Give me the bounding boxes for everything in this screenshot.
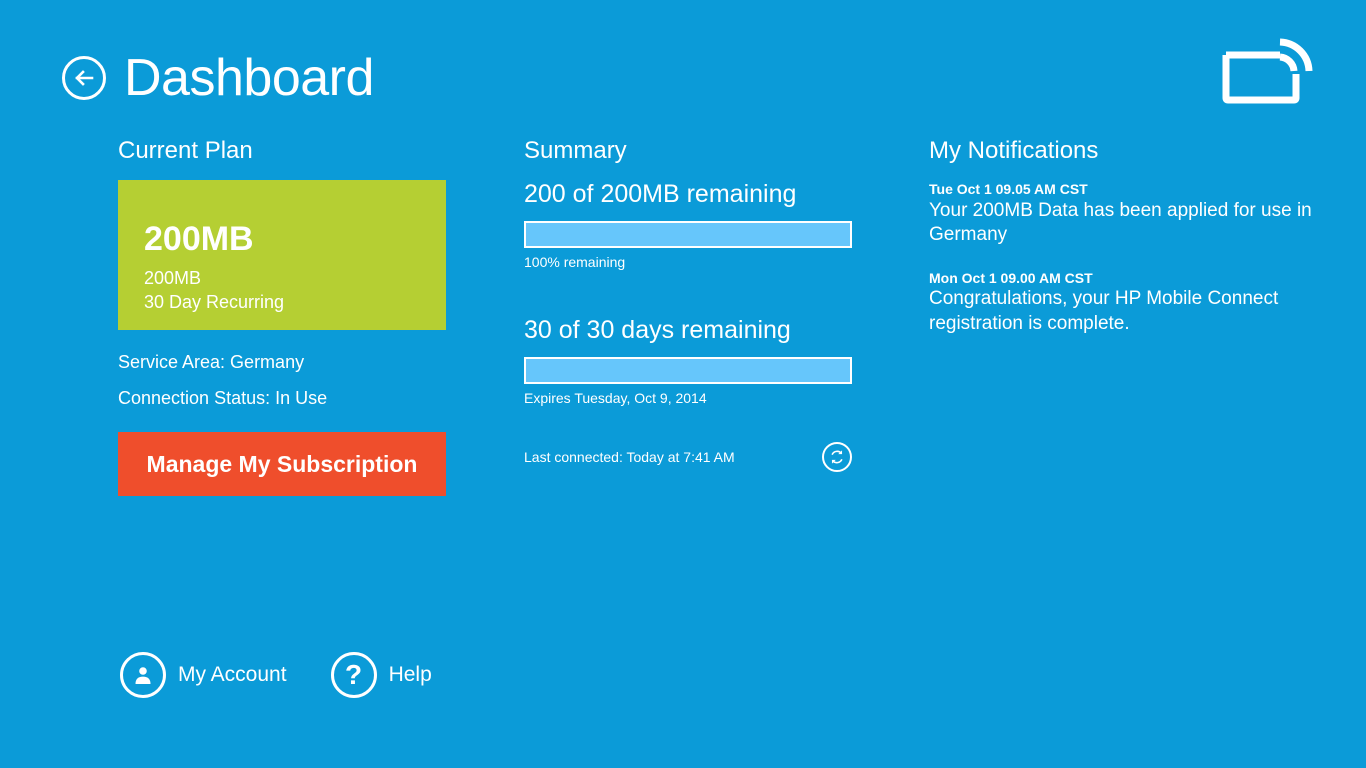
days-progress-fill <box>526 358 850 382</box>
data-remaining-note: 100% remaining <box>524 254 626 271</box>
back-arrow-icon <box>72 66 96 90</box>
summary-spacer <box>524 278 864 316</box>
current-plan-heading: Current Plan <box>118 137 253 164</box>
data-progress-bar <box>524 221 852 249</box>
user-icon <box>120 652 166 698</box>
refresh-button[interactable] <box>822 441 852 472</box>
summary-section: Summary 200 of 200MB remaining 100% rema… <box>524 137 864 472</box>
plan-term: 30 Day Recurring <box>144 292 285 313</box>
page-title: Dashboard <box>124 49 374 107</box>
service-area: Service Area: Germany <box>118 352 305 373</box>
plan-card: 200MB 200MB 30 Day Recurring <box>118 180 446 331</box>
question-mark-icon: ? <box>330 652 377 698</box>
notification-message: Congratulations, your HP Mobile Connect … <box>929 288 1279 334</box>
plan-size: 200MB <box>144 220 254 259</box>
back-button[interactable] <box>62 56 106 100</box>
plan-data-amount: 200MB <box>144 268 202 289</box>
notification-timestamp: Mon Oct 1 09.00 AM CST <box>929 270 1093 287</box>
my-account-button[interactable]: My Account <box>120 652 287 698</box>
refresh-icon <box>828 448 846 466</box>
last-connected-row: Last connected: Today at 7:41 AM <box>524 441 852 472</box>
current-plan-section: Current Plan 200MB 200MB 30 Day Recurrin… <box>118 137 448 496</box>
data-progress-fill <box>526 223 850 247</box>
last-connected-text: Last connected: Today at 7:41 AM <box>524 448 735 465</box>
days-remaining-label: 30 of 30 days remaining <box>524 316 791 345</box>
connection-status: Connection Status: In Use <box>118 387 328 408</box>
days-remaining-block: 30 of 30 days remaining Expires Tuesday,… <box>524 316 864 406</box>
notification-item: Mon Oct 1 09.00 AM CST Congratulations, … <box>929 269 1319 336</box>
expiry-note: Expires Tuesday, Oct 9, 2014 <box>524 389 707 406</box>
page-header: Dashboard <box>62 52 374 104</box>
bottom-navigation: My Account ? Help <box>120 652 432 698</box>
notifications-heading: My Notifications <box>929 137 1099 164</box>
notifications-section: My Notifications Tue Oct 1 09.05 AM CST … <box>929 137 1319 358</box>
help-button[interactable]: ? Help <box>330 652 432 698</box>
help-label: Help <box>388 663 432 686</box>
manage-subscription-button[interactable]: Manage My Subscription <box>118 431 446 496</box>
question-mark-glyph: ? <box>345 659 363 690</box>
data-remaining-label: 200 of 200MB remaining <box>524 180 797 209</box>
days-progress-bar <box>524 356 852 384</box>
summary-heading: Summary <box>524 137 627 164</box>
my-account-label: My Account <box>178 663 287 686</box>
mobile-connect-broadcast-logo <box>1222 38 1314 104</box>
notification-message: Your 200MB Data has been applied for use… <box>929 199 1312 245</box>
notification-timestamp: Tue Oct 1 09.05 AM CST <box>929 181 1088 198</box>
notification-item: Tue Oct 1 09.05 AM CST Your 200MB Data h… <box>929 180 1319 247</box>
data-usage-block: 200 of 200MB remaining 100% remaining <box>524 180 864 270</box>
